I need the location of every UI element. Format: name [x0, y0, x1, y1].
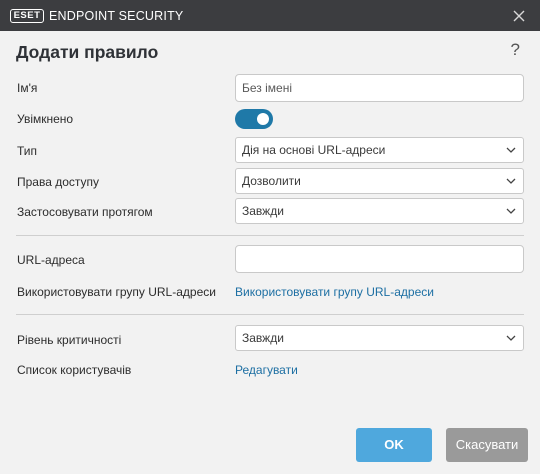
enabled-label: Увімкнено: [17, 112, 74, 126]
type-label: Тип: [17, 144, 38, 158]
access-select[interactable]: Дозволити: [235, 168, 524, 194]
name-label: Ім'я: [17, 81, 38, 95]
type-select[interactable]: Дія на основі URL-адреси: [235, 137, 524, 163]
url-input[interactable]: [235, 245, 524, 273]
enabled-toggle[interactable]: [235, 109, 273, 129]
page-title: Додати правило: [16, 42, 159, 62]
type-select-value: Дія на основі URL-адреси: [242, 143, 386, 157]
url-group-label: Використовувати групу URL-адреси: [17, 285, 216, 299]
chevron-down-icon: [506, 335, 516, 341]
close-icon[interactable]: [512, 9, 526, 23]
toggle-knob: [257, 113, 269, 125]
help-icon[interactable]: ?: [511, 40, 520, 60]
edit-users-link[interactable]: Редагувати: [235, 363, 298, 377]
product-brand: ESET ENDPOINT SECURITY: [10, 8, 183, 23]
cancel-button[interactable]: Скасувати: [446, 428, 528, 462]
severity-select[interactable]: Завжди: [235, 325, 524, 351]
ok-button[interactable]: OK: [356, 428, 432, 462]
access-label: Права доступу: [17, 175, 100, 189]
url-label: URL-адреса: [17, 253, 85, 267]
chevron-down-icon: [506, 208, 516, 214]
severity-select-value: Завжди: [242, 331, 284, 345]
apply-during-select[interactable]: Завжди: [235, 198, 524, 224]
eset-logo: ESET: [10, 8, 44, 23]
product-name: ENDPOINT SECURITY: [49, 8, 184, 23]
name-input[interactable]: [235, 74, 524, 102]
chevron-down-icon: [506, 178, 516, 184]
severity-label: Рівень критичності: [17, 333, 122, 347]
apply-during-label: Застосовувати протягом: [17, 205, 153, 219]
divider: [16, 314, 524, 315]
apply-during-select-value: Завжди: [242, 204, 284, 218]
users-label: Список користувачів: [17, 363, 132, 377]
title-bar: ESET ENDPOINT SECURITY: [0, 0, 540, 31]
url-group-link[interactable]: Використовувати групу URL-адреси: [235, 285, 434, 299]
chevron-down-icon: [506, 147, 516, 153]
access-select-value: Дозволити: [242, 174, 301, 188]
divider: [16, 235, 524, 236]
